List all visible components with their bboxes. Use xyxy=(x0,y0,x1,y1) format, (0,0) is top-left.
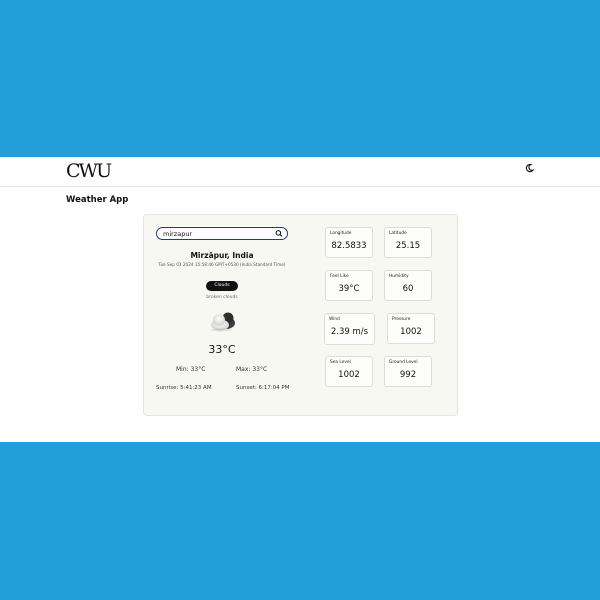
sunrise-time: Sunrise: 5:41:23 AM xyxy=(156,385,212,391)
stat-label: Ground Level xyxy=(389,360,418,365)
stat-value: 25.15 xyxy=(395,241,421,251)
app-title: Weather App xyxy=(66,195,129,205)
stat-value: 60 xyxy=(402,284,414,294)
date-time: Tue Sep 03 2024 15:58:46 GMT+0530 (India… xyxy=(158,262,286,267)
logo[interactable]: CWU xyxy=(66,160,112,182)
search-box xyxy=(156,227,288,240)
stat-label: Feel Like xyxy=(330,274,349,279)
stat-tile-latitude: Latitude 25.15 xyxy=(384,227,432,258)
stat-tile-feels-like: Feel Like 39°C xyxy=(325,270,373,301)
stat-tile-pressure: Pressure 1002 xyxy=(387,313,435,344)
stat-tile-sea-level: Sea Level 1002 xyxy=(325,356,373,387)
stat-tile-ground-level: Ground Level 992 xyxy=(384,356,432,387)
condition-badge: Clouds xyxy=(206,281,238,291)
stat-label: Wind xyxy=(329,317,340,322)
city-name: Mirzāpur, India xyxy=(190,251,254,260)
sunset-time: Sunset: 6:17:04 PM xyxy=(236,385,290,391)
stat-label: Sea Level xyxy=(330,360,351,365)
cloud-icon xyxy=(210,312,235,332)
search-input[interactable] xyxy=(163,229,273,238)
stat-value: 1002 xyxy=(400,327,422,337)
stat-value: 1002 xyxy=(338,370,360,380)
search-icon[interactable] xyxy=(275,229,283,238)
page: CWU Weather App Mirzāpur, India Tue Sep … xyxy=(0,157,600,442)
stat-value: 2.39 m/s xyxy=(330,327,369,337)
stat-value: 992 xyxy=(399,370,417,380)
navbar: CWU xyxy=(0,157,600,187)
max-temperature: Max: 33°C xyxy=(236,366,268,373)
min-temperature: Min: 33°C xyxy=(176,366,206,373)
stat-tile-humidity: Humidity 60 xyxy=(384,270,432,301)
current-temperature: 33°C xyxy=(208,343,236,356)
stat-label: Latitude xyxy=(389,231,407,236)
stat-value: 82.5833 xyxy=(331,241,367,251)
stat-label: Humidity xyxy=(389,274,409,279)
stat-tile-longitude: Longitude 82.5833 xyxy=(325,227,373,258)
stat-label: Longitude xyxy=(330,231,352,236)
stat-label: Pressure xyxy=(392,317,411,322)
moon-icon xyxy=(525,164,535,173)
stat-tile-wind: Wind 2.39 m/s xyxy=(324,313,375,345)
stat-value: 39°C xyxy=(338,284,360,294)
condition-description: broken clouds xyxy=(206,295,238,300)
weather-card: Mirzāpur, India Tue Sep 03 2024 15:58:46… xyxy=(143,214,458,416)
theme-toggle-button[interactable] xyxy=(525,163,535,176)
